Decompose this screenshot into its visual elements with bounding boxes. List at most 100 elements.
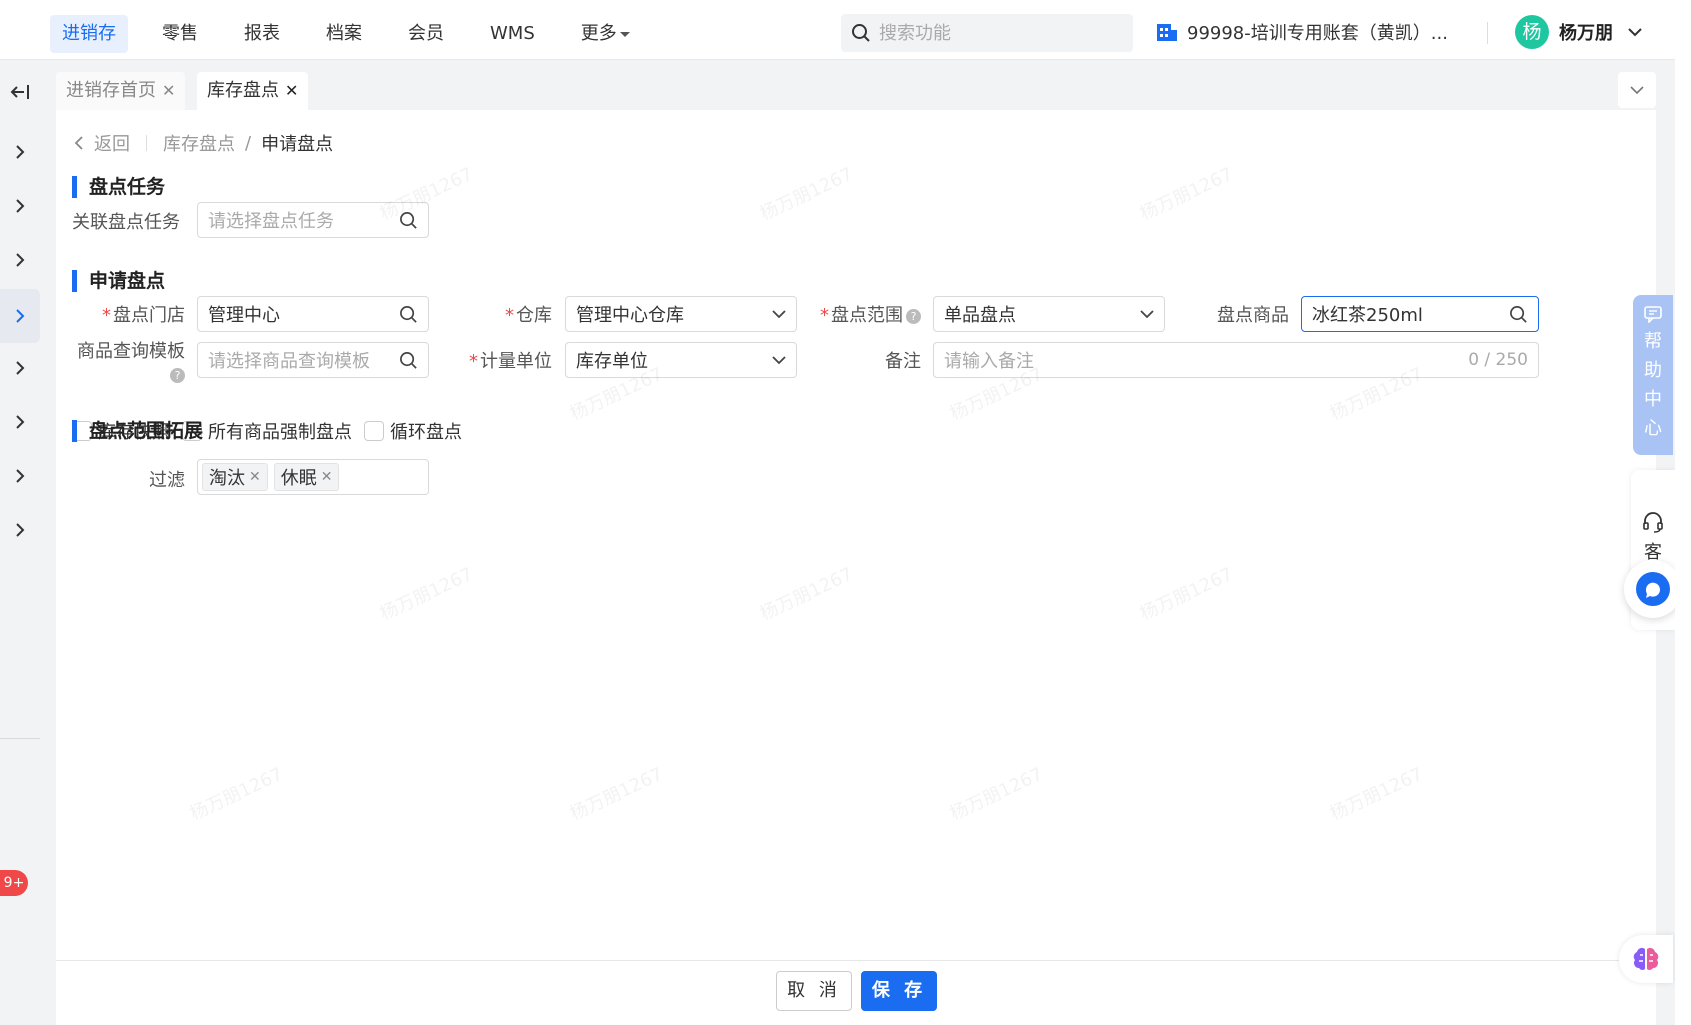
checkbox-cycle-count[interactable]: 循环盘点 [364, 418, 462, 444]
related-task-placeholder: 请选择盘点任务 [208, 211, 334, 232]
close-icon[interactable]: ✕ [285, 81, 298, 100]
chevron-right-icon [16, 253, 25, 267]
checkbox-label: 循环盘点 [390, 422, 462, 443]
filter-tags-field[interactable]: 淘汰 ✕ 休眠 ✕ [197, 459, 429, 495]
rail-expand-5[interactable] [0, 348, 40, 388]
divider [1487, 22, 1488, 44]
scope-select[interactable]: 单品盘点 [933, 296, 1165, 332]
filter-tag: 淘汰 ✕ [202, 463, 268, 491]
rail-expand-6[interactable] [0, 402, 40, 442]
watermark: 杨万朋1267 [946, 763, 1047, 825]
chevron-down-icon [1628, 28, 1642, 37]
rail-expand-2[interactable] [0, 186, 40, 226]
collapse-sidebar-button[interactable] [0, 72, 40, 112]
back-link[interactable]: 返回 [94, 130, 130, 156]
nav-item-members[interactable]: 会员 [396, 15, 456, 53]
breadcrumb-parent[interactable]: 库存盘点 [163, 130, 235, 156]
rail-expand-8[interactable] [0, 510, 40, 550]
unit-label-text: 计量单位 [480, 351, 552, 372]
chevron-right-icon [16, 523, 25, 537]
help-center-label: 帮 [1644, 331, 1662, 352]
chevron-right-icon [16, 309, 25, 323]
store-label: * 盘点门店 [76, 301, 185, 327]
rail-expand-3[interactable] [0, 240, 40, 280]
help-center-label: 助 [1644, 360, 1662, 381]
search-icon[interactable] [399, 211, 418, 230]
ai-assistant-button[interactable] [1619, 935, 1673, 983]
window-scrollbar[interactable] [1675, 0, 1691, 1025]
chevron-right-icon [16, 415, 25, 429]
search-icon[interactable] [399, 305, 418, 324]
account-switcher[interactable]: 99998-培训专用账套（黄凯）... [1155, 19, 1448, 45]
section-title-apply: 申请盘点 [72, 270, 165, 292]
close-icon[interactable]: ✕ [321, 469, 333, 485]
required-mark: * [469, 351, 478, 372]
store-field[interactable]: 管理中心 [197, 296, 429, 332]
unit-value: 库存单位 [576, 351, 648, 372]
related-task-field[interactable]: 请选择盘点任务 [197, 202, 429, 238]
watermark: 杨万朋1267 [1136, 163, 1237, 225]
breadcrumb-current: 申请盘点 [261, 134, 334, 155]
chat-bubble-icon [1636, 572, 1670, 606]
chevron-down-icon [772, 355, 786, 364]
store-value: 管理中心 [208, 305, 280, 326]
tabs-dropdown-button[interactable] [1618, 72, 1656, 108]
watermark: 杨万朋1267 [756, 163, 857, 225]
chevron-right-icon [16, 469, 25, 483]
nav-item-reports[interactable]: 报表 [232, 15, 292, 53]
checkbox-force-all-products[interactable]: 所有商品强制盘点 [182, 418, 352, 444]
checkbox-label: 所有商品强制盘点 [208, 422, 352, 443]
related-task-label: 关联盘点任务 [72, 212, 180, 233]
help-icon[interactable]: ? [170, 367, 185, 383]
close-icon[interactable]: ✕ [162, 81, 175, 100]
search-icon[interactable] [399, 351, 418, 370]
nav-item-more[interactable]: 更多 [569, 15, 642, 53]
caret-down-icon [619, 31, 630, 37]
close-icon[interactable]: ✕ [249, 469, 261, 485]
collapse-left-icon [10, 85, 29, 99]
chevron-left-icon[interactable] [74, 136, 84, 150]
warehouse-value: 管理中心仓库 [576, 305, 684, 326]
user-name: 杨万朋 [1559, 23, 1613, 44]
rail-expand-1[interactable] [0, 132, 40, 172]
nav-item-retail[interactable]: 零售 [150, 15, 210, 53]
scope-label: * 盘点范围? [816, 301, 921, 327]
unit-select[interactable]: 库存单位 [565, 342, 797, 378]
save-button[interactable]: 保 存 [861, 971, 937, 1011]
warehouse-select[interactable]: 管理中心仓库 [565, 296, 797, 332]
search-icon[interactable] [1509, 305, 1528, 324]
help-icon[interactable]: ? [906, 308, 921, 324]
rail-expand-7[interactable] [0, 456, 40, 496]
product-field[interactable]: 冰红茶250ml [1301, 296, 1539, 332]
template-label: 商品查询模板? [72, 337, 185, 384]
help-center-widget[interactable]: 帮 助 中 心 [1633, 295, 1673, 455]
rail-expand-4[interactable] [0, 289, 40, 343]
chevron-down-icon [1630, 85, 1644, 94]
remark-counter: 0 / 250 [1468, 350, 1528, 370]
online-chat-button[interactable] [1624, 560, 1682, 618]
cancel-button[interactable]: 取 消 [776, 971, 852, 1011]
divider [146, 135, 147, 151]
nav-item-wms[interactable]: WMS [478, 15, 547, 53]
template-field[interactable]: 请选择商品查询模板 [197, 342, 429, 378]
watermark: 杨万朋1267 [566, 763, 667, 825]
help-center-label: 中 [1644, 389, 1662, 410]
notification-badge[interactable]: 9+ [0, 870, 28, 896]
tab-stock-count[interactable]: 库存盘点 ✕ [197, 72, 309, 110]
tab-inventory-home[interactable]: 进销存首页 ✕ [56, 72, 186, 110]
filter-label: 过滤 [149, 470, 185, 491]
function-search-box[interactable] [841, 14, 1133, 52]
chevron-down-icon [1140, 309, 1154, 318]
nav-item-archives[interactable]: 档案 [314, 15, 374, 53]
nav-item-inventory[interactable]: 进销存 [50, 15, 128, 53]
section-title-range-text: 盘点范围拓展 [72, 420, 203, 442]
chevron-down-icon [772, 309, 786, 318]
function-search-input[interactable] [879, 22, 1109, 44]
checkbox-box[interactable] [364, 421, 384, 441]
page-tabs: 进销存首页 ✕ 库存盘点 ✕ [56, 68, 1656, 110]
remark-input[interactable]: 请输入备注 0 / 250 [933, 342, 1539, 378]
watermark: 杨万朋1267 [756, 563, 857, 625]
avatar: 杨 [1515, 15, 1549, 49]
user-menu[interactable]: 杨 杨万朋 [1515, 15, 1643, 49]
breadcrumb: 返回 库存盘点 / 申请盘点 [74, 130, 333, 156]
